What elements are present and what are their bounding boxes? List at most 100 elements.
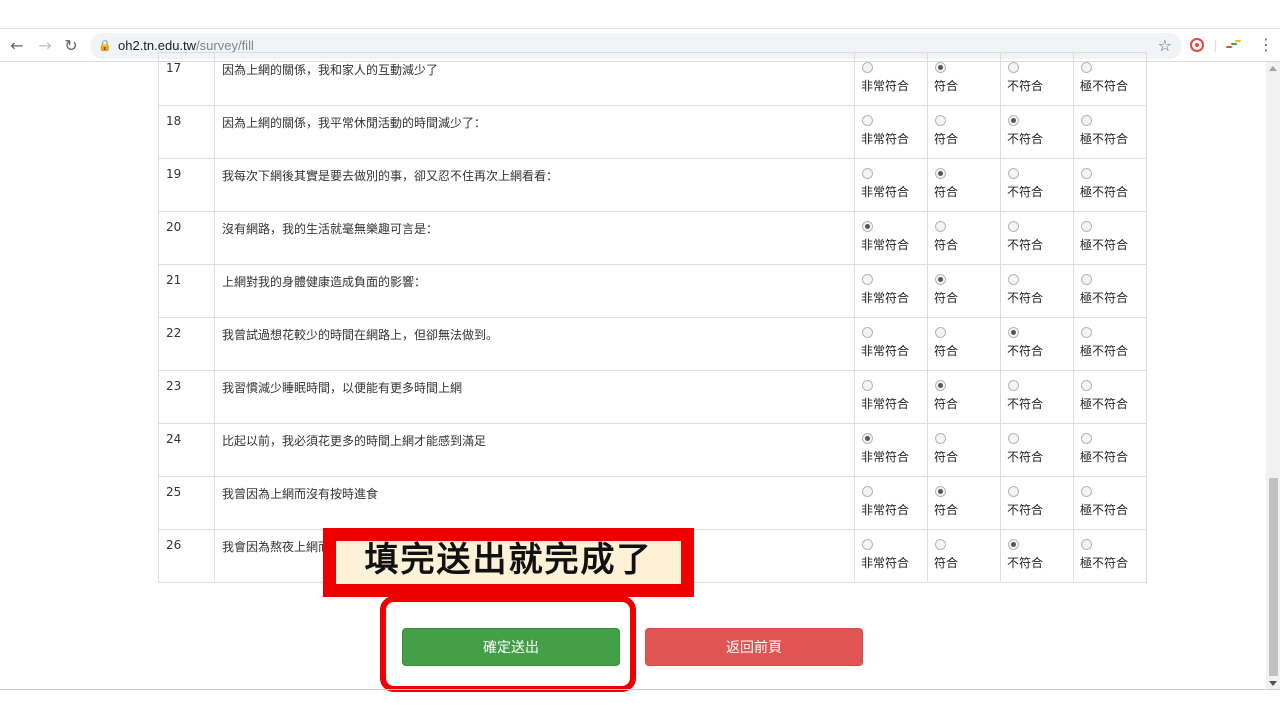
radio-button[interactable] [1008,274,1019,285]
answer-option[interactable]: 不符合 [1000,370,1074,424]
answer-option[interactable]: 極不符合 [1073,158,1147,212]
radio-button[interactable] [862,486,873,497]
radio-button[interactable] [935,168,946,179]
option-label[interactable]: 不符合 [1007,501,1073,518]
option-label[interactable]: 符合 [934,448,1000,465]
option-label[interactable]: 不符合 [1007,236,1073,253]
answer-option[interactable]: 符合 [927,211,1001,265]
radio-button[interactable] [935,486,946,497]
option-label[interactable]: 極不符合 [1080,77,1146,94]
scroll-down-arrow-icon[interactable] [1269,681,1277,686]
option-label[interactable]: 極不符合 [1080,554,1146,571]
extension-icon[interactable] [1190,38,1204,52]
answer-option[interactable]: 符合 [927,52,1001,106]
radio-button[interactable] [862,221,873,232]
option-label[interactable]: 非常符合 [861,501,927,518]
answer-option[interactable]: 不符合 [1000,317,1074,371]
radio-button[interactable] [935,62,946,73]
radio-button[interactable] [862,62,873,73]
radio-button[interactable] [1008,62,1019,73]
answer-option[interactable]: 不符合 [1000,105,1074,159]
option-label[interactable]: 非常符合 [861,395,927,412]
answer-option[interactable]: 不符合 [1000,211,1074,265]
radio-button[interactable] [1008,327,1019,338]
answer-option[interactable]: 非常符合 [854,529,928,583]
radio-button[interactable] [1008,539,1019,550]
option-label[interactable]: 符合 [934,554,1000,571]
radio-button[interactable] [1081,327,1092,338]
answer-option[interactable]: 非常符合 [854,211,928,265]
option-label[interactable]: 不符合 [1007,448,1073,465]
option-label[interactable]: 極不符合 [1080,236,1146,253]
option-label[interactable]: 符合 [934,183,1000,200]
option-label[interactable]: 符合 [934,289,1000,306]
option-label[interactable]: 符合 [934,236,1000,253]
answer-option[interactable]: 極不符合 [1073,476,1147,530]
answer-option[interactable]: 符合 [927,264,1001,318]
radio-button[interactable] [1081,433,1092,444]
answer-option[interactable]: 極不符合 [1073,370,1147,424]
option-label[interactable]: 不符合 [1007,554,1073,571]
option-label[interactable]: 非常符合 [861,448,927,465]
answer-option[interactable]: 極不符合 [1073,317,1147,371]
radio-button[interactable] [1008,380,1019,391]
option-label[interactable]: 非常符合 [861,236,927,253]
answer-option[interactable]: 極不符合 [1073,423,1147,477]
radio-button[interactable] [1008,221,1019,232]
option-label[interactable]: 符合 [934,130,1000,147]
answer-option[interactable]: 非常符合 [854,264,928,318]
option-label[interactable]: 非常符合 [861,130,927,147]
radio-button[interactable] [862,327,873,338]
radio-button[interactable] [862,539,873,550]
option-label[interactable]: 符合 [934,77,1000,94]
answer-option[interactable]: 不符合 [1000,423,1074,477]
answer-option[interactable]: 非常符合 [854,317,928,371]
option-label[interactable]: 極不符合 [1080,130,1146,147]
answer-option[interactable]: 非常符合 [854,370,928,424]
radio-button[interactable] [1081,539,1092,550]
radio-button[interactable] [1081,168,1092,179]
scroll-up-arrow-icon[interactable] [1269,66,1277,71]
radio-button[interactable] [935,539,946,550]
answer-option[interactable]: 非常符合 [854,52,928,106]
option-label[interactable]: 極不符合 [1080,342,1146,359]
radio-button[interactable] [1081,62,1092,73]
radio-button[interactable] [862,115,873,126]
answer-option[interactable]: 符合 [927,370,1001,424]
radio-button[interactable] [1008,433,1019,444]
radio-button[interactable] [862,433,873,444]
answer-option[interactable]: 極不符合 [1073,264,1147,318]
radio-button[interactable] [1081,115,1092,126]
answer-option[interactable]: 符合 [927,317,1001,371]
option-label[interactable]: 符合 [934,342,1000,359]
answer-option[interactable]: 符合 [927,158,1001,212]
radio-button[interactable] [935,221,946,232]
answer-option[interactable]: 非常符合 [854,105,928,159]
option-label[interactable]: 不符合 [1007,289,1073,306]
radio-button[interactable] [862,274,873,285]
radio-button[interactable] [1008,115,1019,126]
option-label[interactable]: 非常符合 [861,342,927,359]
radio-button[interactable] [935,433,946,444]
back-button[interactable]: 返回前頁 [645,628,863,666]
option-label[interactable]: 符合 [934,501,1000,518]
option-label[interactable]: 不符合 [1007,342,1073,359]
answer-option[interactable]: 不符合 [1000,529,1074,583]
option-label[interactable]: 極不符合 [1080,183,1146,200]
answer-option[interactable]: 不符合 [1000,158,1074,212]
answer-option[interactable]: 符合 [927,476,1001,530]
option-label[interactable]: 非常符合 [861,77,927,94]
option-label[interactable]: 符合 [934,395,1000,412]
option-label[interactable]: 非常符合 [861,554,927,571]
answer-option[interactable]: 極不符合 [1073,105,1147,159]
option-label[interactable]: 不符合 [1007,395,1073,412]
radio-button[interactable] [935,380,946,391]
answer-option[interactable]: 非常符合 [854,423,928,477]
option-label[interactable]: 極不符合 [1080,289,1146,306]
option-label[interactable]: 不符合 [1007,77,1073,94]
kebab-menu-icon[interactable]: ⋮ [1258,36,1274,54]
option-label[interactable]: 不符合 [1007,183,1073,200]
reload-icon[interactable]: ↻ [62,37,80,55]
radio-button[interactable] [862,168,873,179]
answer-option[interactable]: 符合 [927,423,1001,477]
